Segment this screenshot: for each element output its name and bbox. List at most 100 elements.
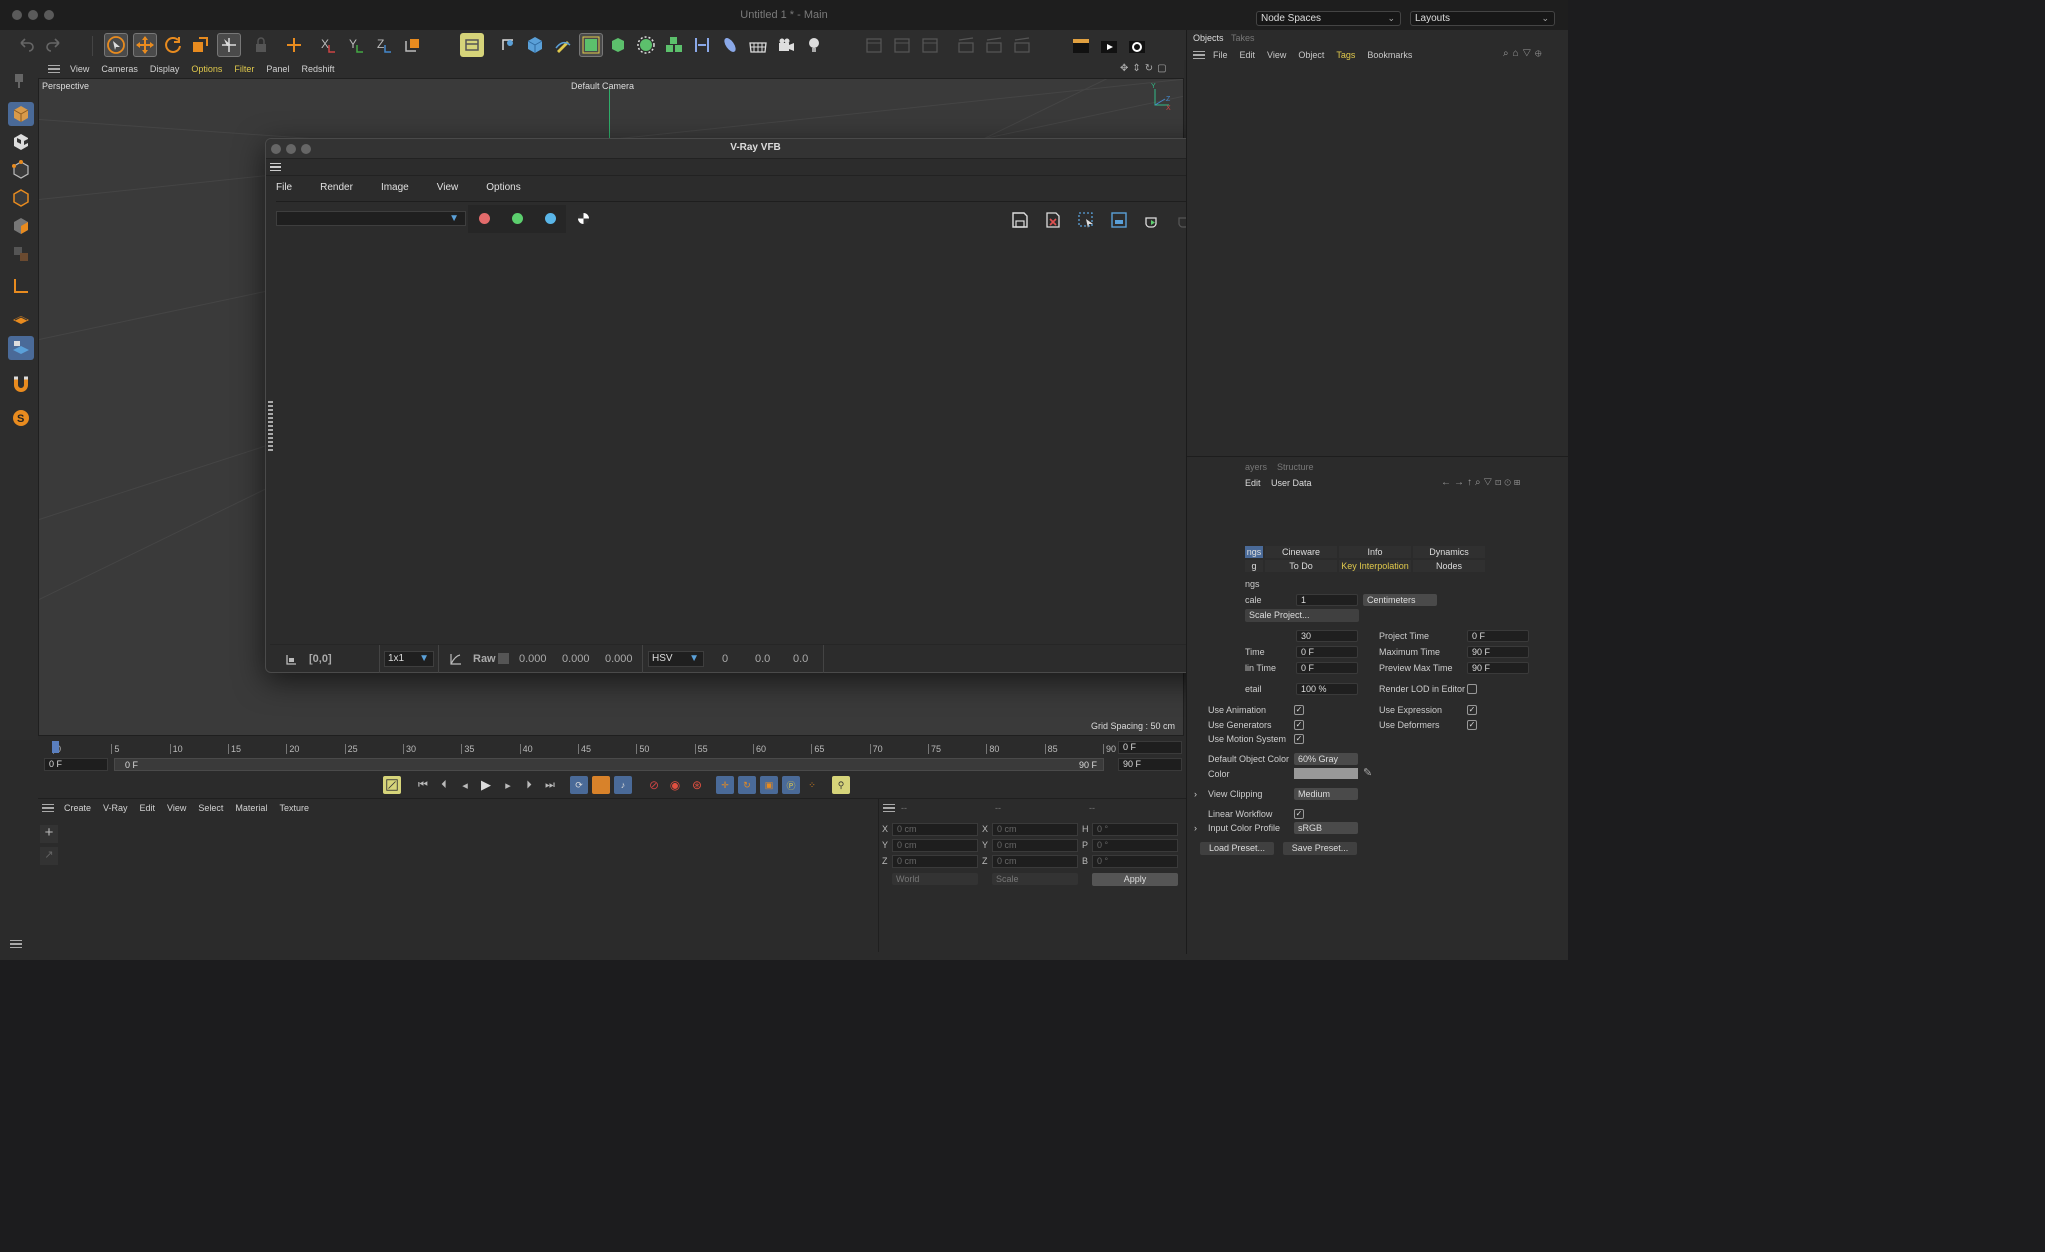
coordinate-space-select[interactable]: World	[892, 873, 978, 885]
playhead[interactable]	[52, 741, 59, 753]
use-expression-checkbox[interactable]: ✓	[1467, 705, 1477, 715]
hamburger-menu-icon[interactable]	[1193, 51, 1205, 59]
previous-frame-icon[interactable]: ◂	[456, 776, 474, 794]
tab-structure[interactable]: Structure	[1277, 462, 1314, 472]
material-menu-view[interactable]: View	[167, 803, 186, 813]
add-material-button[interactable]: +	[40, 825, 58, 843]
field-button[interactable]	[718, 33, 742, 57]
rotate-tool-button[interactable]	[161, 33, 185, 57]
take-button-2[interactable]	[890, 33, 914, 57]
tab-objects[interactable]: Objects	[1193, 33, 1224, 43]
material-menu-material[interactable]: Material	[235, 803, 267, 813]
eyedropper-icon[interactable]: ✎	[1363, 766, 1372, 779]
uv-mode-button[interactable]	[8, 242, 34, 266]
left-panel-handle[interactable]	[268, 401, 273, 451]
render-settings-button[interactable]	[1125, 33, 1149, 57]
linear-workflow-checkbox[interactable]: ✓	[1294, 809, 1304, 819]
color-swatch[interactable]	[1294, 768, 1358, 779]
transform-tool-button[interactable]	[217, 33, 241, 57]
tab-settings[interactable]: ngs	[1245, 546, 1263, 558]
coordinate-system-button[interactable]	[282, 33, 306, 57]
key-rotation-button[interactable]: ↻	[738, 776, 756, 794]
use-motion-checkbox[interactable]: ✓	[1294, 734, 1304, 744]
save-preset-button[interactable]: Save Preset...	[1283, 842, 1357, 855]
node-spaces-select[interactable]: Node Spaces ⌄	[1256, 11, 1401, 26]
cube-button[interactable]	[523, 33, 547, 57]
tab-takes[interactable]: Takes	[1231, 33, 1255, 43]
points-mode-button[interactable]	[8, 158, 34, 182]
load-preset-button[interactable]: Load Preset...	[1200, 842, 1274, 855]
material-tool-button[interactable]: ↗	[40, 847, 58, 865]
vfb-hamburger-icon[interactable]	[270, 163, 281, 171]
render-element-select[interactable]: ▼	[276, 211, 466, 226]
render-button[interactable]	[1097, 33, 1121, 57]
region-render-button[interactable]	[1076, 210, 1096, 230]
objects-menu-view[interactable]: View	[1267, 50, 1286, 60]
default-color-select[interactable]: 60% Gray	[1294, 753, 1358, 765]
material-menu-texture[interactable]: Texture	[279, 803, 309, 813]
sound-button[interactable]: ♪	[614, 776, 632, 794]
attributes-nav-icons[interactable]: ←→↑⌕▽⊡⊙⊞	[1441, 477, 1523, 488]
current-frame-field[interactable]: 0 F	[1118, 741, 1182, 754]
coords-menu-icon[interactable]	[883, 804, 895, 812]
clapper-button-3[interactable]	[1010, 33, 1034, 57]
make-editable-button[interactable]	[8, 68, 34, 92]
preview-max-field[interactable]: 90 F	[1467, 662, 1529, 674]
max-time-field[interactable]: 90 F	[1467, 646, 1529, 658]
hamburger-menu-icon[interactable]	[10, 940, 22, 948]
timeline-ruler[interactable]: 051015202530354045505560657075808590	[52, 736, 1116, 756]
generator-button[interactable]	[579, 33, 603, 57]
pixel-lock-icon[interactable]	[284, 652, 298, 666]
size-mode-select[interactable]: Scale	[992, 873, 1078, 885]
tab-layers[interactable]: ayers	[1245, 462, 1267, 472]
x-axis-lock-button[interactable]: X	[316, 33, 340, 57]
scale-unit-select[interactable]: Centimeters	[1363, 594, 1437, 606]
locked-tool-button[interactable]	[249, 33, 273, 57]
input-profile-select[interactable]: sRGB	[1294, 822, 1358, 834]
move-tool-button[interactable]	[133, 33, 157, 57]
render-view-button[interactable]	[460, 33, 484, 57]
spline-pen-button[interactable]	[496, 33, 520, 57]
material-menu-create[interactable]: Create	[64, 803, 91, 813]
end-frame-field[interactable]: 90 F	[1118, 758, 1182, 771]
viewport-nav-icons[interactable]: ✥⇕↻▢	[1120, 63, 1180, 75]
chevron-right-icon[interactable]: ›	[1194, 789, 1197, 799]
vfb-menu-options[interactable]: Options	[486, 182, 520, 193]
size-y-field[interactable]: 0 cm	[992, 839, 1078, 852]
scale-tool-button[interactable]	[188, 33, 212, 57]
previous-key-icon[interactable]: ⏴	[435, 776, 453, 794]
use-animation-checkbox[interactable]: ✓	[1294, 705, 1304, 715]
solo-button[interactable]: S	[8, 406, 34, 430]
y-axis-lock-button[interactable]: Y	[344, 33, 368, 57]
key-position-button[interactable]: ✛	[716, 776, 734, 794]
render-lod-checkbox[interactable]	[1467, 684, 1477, 694]
polygons-mode-button[interactable]	[8, 214, 34, 238]
undo-button[interactable]	[14, 33, 38, 57]
vfb-menu-file[interactable]: File	[276, 182, 292, 193]
min-time-field[interactable]: 0 F	[1296, 662, 1358, 674]
tab-dynamics[interactable]: Dynamics	[1413, 546, 1485, 558]
material-menu-select[interactable]: Select	[198, 803, 223, 813]
objects-search-filter-icons[interactable]: ⌕⌂▽⊕	[1503, 48, 1546, 59]
record-active-icon[interactable]: ⊘	[645, 776, 663, 794]
use-deformers-checkbox[interactable]: ✓	[1467, 720, 1477, 730]
hamburger-menu-icon[interactable]	[42, 804, 54, 812]
detail-field[interactable]: 100 %	[1296, 683, 1358, 695]
clapper-button-2[interactable]	[982, 33, 1006, 57]
tab-info[interactable]: Info	[1339, 546, 1411, 558]
object-axis-button[interactable]	[400, 33, 424, 57]
clapper-button-1[interactable]	[954, 33, 978, 57]
viewport-menu-cameras[interactable]: Cameras	[101, 64, 138, 74]
locked-workplane-button[interactable]	[8, 336, 34, 360]
objects-menu-bookmarks[interactable]: Bookmarks	[1367, 50, 1412, 60]
start-frame-field[interactable]: 0 F	[44, 758, 108, 771]
preview-range-button[interactable]	[592, 776, 610, 794]
key-scale-button[interactable]: ▣	[760, 776, 778, 794]
next-key-icon[interactable]: ⏵	[520, 776, 538, 794]
tab-nodes[interactable]: Nodes	[1413, 560, 1485, 572]
alpha-channel-button[interactable]	[578, 213, 589, 224]
camera-label[interactable]: Default Camera	[571, 81, 634, 91]
z-axis-lock-button[interactable]: Z	[372, 33, 396, 57]
camera-button[interactable]	[774, 33, 798, 57]
model-mode-button[interactable]	[8, 102, 34, 126]
